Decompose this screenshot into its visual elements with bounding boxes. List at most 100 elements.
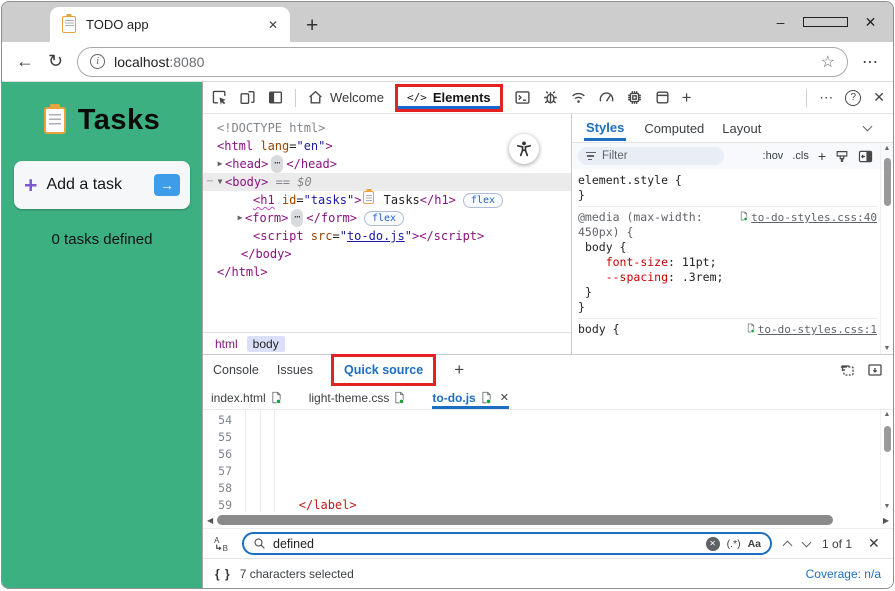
dom-tree-row[interactable]: ▶ <form> ⋯ </form> flex [203,209,571,227]
tab-computed[interactable]: Computed [644,121,704,136]
editor-scrollbar[interactable]: ▲ ▼ [880,410,893,512]
bookmark-star-icon[interactable]: ☆ [821,52,835,72]
search-input[interactable]: defined ✕ (.*) Aa [242,532,772,555]
more-tools-button[interactable]: + [682,88,692,108]
styles-filter-input[interactable]: Filter [578,147,724,165]
console-icon[interactable] [514,89,531,106]
expand-arrow-icon[interactable]: ▶ [215,155,225,173]
toggle-pane-icon[interactable] [858,150,873,163]
application-icon[interactable] [654,89,671,106]
code-editor[interactable]: 545556575859 </label> <button type="butt… [203,410,893,512]
line-number[interactable]: 55 [203,429,232,446]
scroll-right-icon[interactable]: ▶ [883,516,889,525]
scroll-down-icon[interactable]: ▼ [884,502,891,512]
replace-toggle-icon[interactable]: AB [213,535,230,552]
scrollbar-thumb[interactable] [883,158,891,206]
tab-light-theme-css[interactable]: light-theme.css [309,390,407,409]
scroll-left-icon[interactable]: ◀ [207,516,213,525]
browser-tab[interactable]: TODO app ✕ [50,7,290,42]
dom-tree-row[interactable]: ⋯ ▼ <body> == $0 [203,173,571,191]
previous-match-button[interactable] [782,540,793,551]
next-match-button[interactable] [801,537,812,547]
styles-scrollbar[interactable]: ▲ ▼ [880,144,893,354]
new-style-rule-button[interactable]: + [818,148,826,164]
dom-tree-row[interactable]: </html> [203,263,571,281]
network-conditions-icon[interactable] [570,89,587,106]
site-info-icon[interactable]: i [90,54,106,69]
browser-menu-button[interactable]: ⋯ [862,52,879,72]
stylesheet-link[interactable]: to-do-styles.css:40 [739,210,877,240]
pseudo-state-button[interactable]: :hov [763,150,784,162]
expand-drawer-icon[interactable] [867,363,883,377]
expand-arrow-icon[interactable]: ▼ [215,173,225,191]
line-number[interactable]: 59 [203,497,232,512]
help-icon[interactable]: ? [845,89,862,106]
drawer-more-tabs-button[interactable]: + [454,360,464,380]
match-case-option[interactable]: Aa [748,538,761,550]
clear-search-icon[interactable]: ✕ [705,536,720,551]
tab-elements[interactable]: </> Elements [397,87,500,109]
back-button[interactable]: ← [16,51,34,72]
css-rule[interactable]: @media (max-width: 450px) {to-do-styles.… [578,206,877,315]
css-rule[interactable]: body {to-do-styles.css:1 [578,318,877,337]
flex-badge[interactable]: flex [363,210,405,226]
line-number[interactable]: 56 [203,446,232,463]
add-task-input[interactable]: Add a task [46,176,145,194]
device-emulation-icon[interactable] [239,89,256,106]
brush-icon[interactable] [835,149,849,163]
performance-icon[interactable] [598,89,615,106]
memory-icon[interactable] [626,89,643,106]
tab-styles[interactable]: Styles [584,115,627,141]
dom-tree-row[interactable]: <script src = " to-do.js " > </script> [203,227,571,245]
customize-devtools-button[interactable]: ⋯ [819,89,833,106]
scroll-down-icon[interactable]: ▼ [884,344,891,354]
reload-button[interactable]: ↻ [48,51,63,72]
tab-welcome[interactable]: Welcome [307,89,384,106]
maximize-button[interactable] [803,2,848,42]
code-lines[interactable]: </label> <button type="button" data-task… [241,410,893,512]
minimize-button[interactable]: – [758,2,803,42]
debugger-bug-icon[interactable] [542,89,559,106]
devtools-close-button[interactable]: ✕ [873,89,885,106]
tab-to-do-js[interactable]: to-do.js ✕ [432,390,509,409]
tab-quick-source[interactable]: Quick source [344,363,423,377]
line-number[interactable]: 54 [203,412,232,429]
search-query[interactable]: defined [273,537,699,551]
tab-index-html[interactable]: index.html [211,390,283,409]
chevron-down-icon[interactable] [862,121,873,132]
stylesheet-link[interactable]: to-do-styles.css:1 [746,322,877,337]
scrollbar-thumb[interactable] [217,515,833,525]
line-number[interactable]: 58 [203,480,232,497]
tab-layout[interactable]: Layout [722,121,761,136]
expand-arrow-icon[interactable]: ▶ [235,209,245,227]
window-close-button[interactable]: ✕ [848,2,893,42]
flex-badge[interactable]: flex [462,192,503,208]
regex-option[interactable]: (.*) [727,538,741,550]
tab-console[interactable]: Console [213,363,259,377]
scrollbar-thumb[interactable] [883,426,891,452]
horizontal-scrollbar[interactable]: ◀ ▶ [203,512,893,528]
tab-issues[interactable]: Issues [277,363,313,377]
dom-tree-row[interactable]: </body> [203,245,571,263]
inspect-icon[interactable] [211,89,228,106]
new-tab-button[interactable]: + [306,15,318,36]
panel-layout-icon[interactable] [267,89,284,106]
close-file-icon[interactable]: ✕ [500,391,509,404]
css-rule[interactable]: element.style {} [578,173,877,203]
class-toggle-button[interactable]: .cls [792,150,809,162]
breadcrumb-body[interactable]: body [246,335,285,352]
add-task-submit-button[interactable]: → [154,174,180,196]
line-number[interactable]: 57 [203,463,232,480]
close-search-button[interactable]: ✕ [868,535,880,552]
dom-tree-row[interactable]: <!DOCTYPE html> [203,119,571,137]
breadcrumb-html[interactable]: html [209,336,244,352]
tab-close-button[interactable]: ✕ [266,18,280,32]
url-field[interactable]: i localhost:8080 ☆ [77,46,848,77]
scroll-up-icon[interactable]: ▲ [884,410,891,420]
code-line[interactable]: </label> [241,497,893,512]
dom-tree-row[interactable]: <h1 id = "tasks" > Tasks </h1> flex [203,191,571,209]
coverage-link[interactable]: Coverage: n/a [806,567,881,581]
undock-drawer-icon[interactable] [839,363,855,377]
scroll-up-icon[interactable]: ▲ [884,144,891,154]
add-task-form[interactable]: + Add a task → [14,161,190,209]
